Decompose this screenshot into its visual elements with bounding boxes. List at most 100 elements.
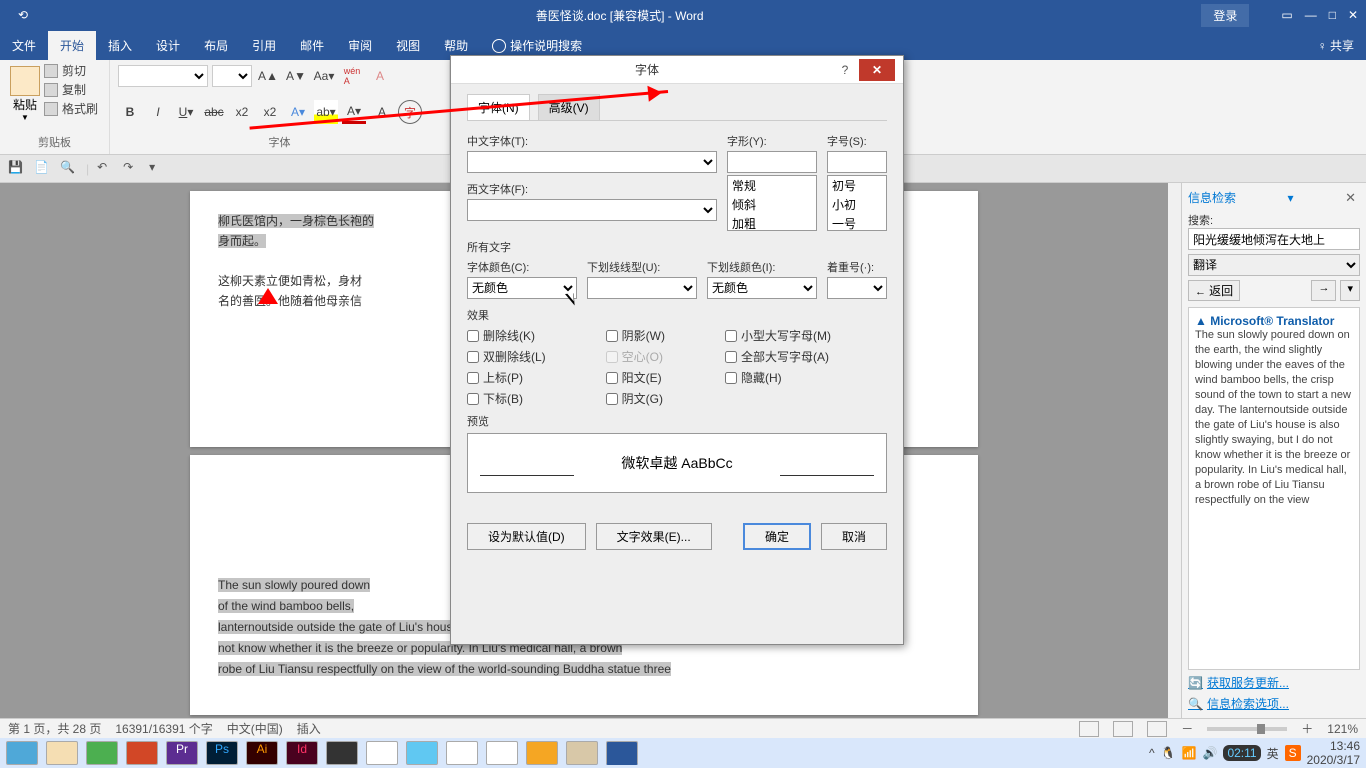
paste-button[interactable]: 粘贴 ▼ <box>6 62 44 126</box>
taskbar-premiere[interactable]: Pr <box>166 741 198 765</box>
chinese-font-select[interactable] <box>467 151 717 173</box>
collapse-toggle[interactable]: ▲ Microsoft® Translator <box>1195 314 1353 328</box>
taskbar-app-2[interactable] <box>366 741 398 765</box>
clear-format-button[interactable]: A <box>368 64 392 88</box>
font-size-input[interactable] <box>827 151 887 173</box>
underline-button[interactable]: U▾ <box>174 100 198 124</box>
shrink-font-button[interactable]: A▼ <box>284 64 308 88</box>
tray-ime[interactable]: S <box>1285 745 1301 761</box>
ok-button[interactable]: 确定 <box>743 523 811 550</box>
chk-engrave[interactable]: 阴文(G) <box>606 390 665 407</box>
chk-strikethrough[interactable]: 删除线(K) <box>467 327 546 344</box>
tab-design[interactable]: 设计 <box>144 31 192 60</box>
font-size-list[interactable]: 初号小初一号 <box>827 175 887 231</box>
zoom-in-button[interactable]: ＋ <box>1301 720 1313 737</box>
copy-button[interactable]: 复制 <box>44 81 98 98</box>
read-mode-button[interactable] <box>1079 721 1099 737</box>
font-size-select[interactable] <box>212 65 252 87</box>
redo-button[interactable]: ↷ <box>123 160 141 178</box>
font-color-select[interactable]: 无颜色 <box>467 277 577 299</box>
emphasis-select[interactable] <box>827 277 887 299</box>
tray-lang[interactable]: 英 <box>1267 745 1279 762</box>
ribbon-options-icon[interactable]: ▭ <box>1281 8 1292 22</box>
research-search-input[interactable] <box>1188 228 1360 250</box>
font-family-select[interactable] <box>118 65 208 87</box>
autosave-icon[interactable]: ⟲ <box>8 3 38 27</box>
chk-smallcaps[interactable]: 小型大写字母(M) <box>725 327 831 344</box>
nav-dropdown[interactable]: ▾ <box>1340 280 1360 301</box>
superscript-button[interactable]: x2 <box>258 100 282 124</box>
taskbar-notepad[interactable] <box>566 741 598 765</box>
qat-customize[interactable]: ▾ <box>149 160 167 178</box>
char-shading-button[interactable]: A <box>370 100 394 124</box>
taskbar-video[interactable] <box>326 741 358 765</box>
taskbar-chrome[interactable] <box>486 741 518 765</box>
taskbar-photoshop[interactable]: Ps <box>206 741 238 765</box>
format-painter-button[interactable]: 格式刷 <box>44 100 98 117</box>
text-effects-button[interactable]: 文字效果(E)... <box>596 523 712 550</box>
font-style-list[interactable]: 常规倾斜加粗 <box>727 175 817 231</box>
undo-button[interactable]: ↶ <box>97 160 115 178</box>
taskbar-wechat[interactable] <box>86 741 118 765</box>
underline-color-select[interactable]: 无颜色 <box>707 277 817 299</box>
taskbar-powerpoint[interactable] <box>126 741 158 765</box>
zoom-level[interactable]: 121% <box>1327 722 1358 736</box>
forward-button[interactable]: → <box>1311 280 1336 301</box>
dialog-close-button[interactable]: ✕ <box>859 59 895 81</box>
zoom-out-button[interactable]: － <box>1181 720 1193 737</box>
highlight-button[interactable]: ab▾ <box>314 100 338 124</box>
zoom-slider[interactable] <box>1207 727 1287 731</box>
tray-chevron-icon[interactable]: ^ <box>1149 746 1155 760</box>
taskbar-illustrator[interactable]: Ai <box>246 741 278 765</box>
tab-review[interactable]: 审阅 <box>336 31 384 60</box>
share-button[interactable]: ♀ 共享 <box>1306 31 1366 60</box>
tab-home[interactable]: 开始 <box>48 31 96 60</box>
print-preview-button[interactable]: 🔍 <box>60 160 78 178</box>
bold-button[interactable]: B <box>118 100 142 124</box>
taskbar-word[interactable] <box>606 741 638 765</box>
dialog-tab-advanced[interactable]: 高级(V) <box>538 94 600 120</box>
research-source-select[interactable]: 翻译 <box>1188 254 1360 276</box>
cut-button[interactable]: 剪切 <box>44 62 98 79</box>
save-button[interactable]: 💾 <box>8 160 26 178</box>
grow-font-button[interactable]: A▲ <box>256 64 280 88</box>
get-updates-link[interactable]: 🔄获取服务更新... <box>1188 674 1360 691</box>
chk-double-strike[interactable]: 双删除线(L) <box>467 348 546 365</box>
tab-insert[interactable]: 插入 <box>96 31 144 60</box>
taskbar-app-4[interactable] <box>526 741 558 765</box>
phonetic-button[interactable]: wénA <box>340 64 364 88</box>
tab-mail[interactable]: 邮件 <box>288 31 336 60</box>
close-pane-button[interactable]: ✕ <box>1345 190 1356 206</box>
chk-allcaps[interactable]: 全部大写字母(A) <box>725 348 831 365</box>
chk-shadow[interactable]: 阴影(W) <box>606 327 665 344</box>
strikethrough-button[interactable]: abc <box>202 100 226 124</box>
taskbar-app-3[interactable] <box>406 741 438 765</box>
western-font-select[interactable] <box>467 199 717 221</box>
enclose-char-button[interactable]: 字 <box>398 100 422 124</box>
research-options-link[interactable]: 🔍信息检索选项... <box>1188 695 1360 712</box>
set-default-button[interactable]: 设为默认值(D) <box>467 523 586 550</box>
tab-references[interactable]: 引用 <box>240 31 288 60</box>
chk-subscript[interactable]: 下标(B) <box>467 390 546 407</box>
underline-style-select[interactable] <box>587 277 697 299</box>
cancel-button[interactable]: 取消 <box>821 523 887 550</box>
tray-timer[interactable]: 02:11 <box>1223 745 1260 761</box>
tray-qq-icon[interactable]: 🐧 <box>1161 746 1176 760</box>
taskbar-explorer[interactable] <box>46 741 78 765</box>
tab-view[interactable]: 视图 <box>384 31 432 60</box>
back-button[interactable]: ← 返回 <box>1188 280 1240 301</box>
system-tray[interactable]: ^ 🐧 📶 🔊 02:11 英 S 13:46 2020/3/17 <box>1149 739 1360 767</box>
dialog-help-button[interactable]: ? <box>835 63 855 77</box>
chk-emboss[interactable]: 阳文(E) <box>606 369 665 386</box>
minimize-icon[interactable]: — <box>1305 8 1317 22</box>
new-button[interactable]: 📄 <box>34 160 52 178</box>
insert-mode[interactable]: 插入 <box>297 720 321 737</box>
page-indicator[interactable]: 第 1 页，共 28 页 <box>8 720 101 737</box>
tab-layout[interactable]: 布局 <box>192 31 240 60</box>
tray-date[interactable]: 2020/3/17 <box>1307 753 1360 767</box>
close-icon[interactable]: ✕ <box>1348 8 1358 22</box>
word-count[interactable]: 16391/16391 个字 <box>115 720 212 737</box>
chk-hidden[interactable]: 隐藏(H) <box>725 369 831 386</box>
print-layout-button[interactable] <box>1113 721 1133 737</box>
font-style-input[interactable] <box>727 151 817 173</box>
